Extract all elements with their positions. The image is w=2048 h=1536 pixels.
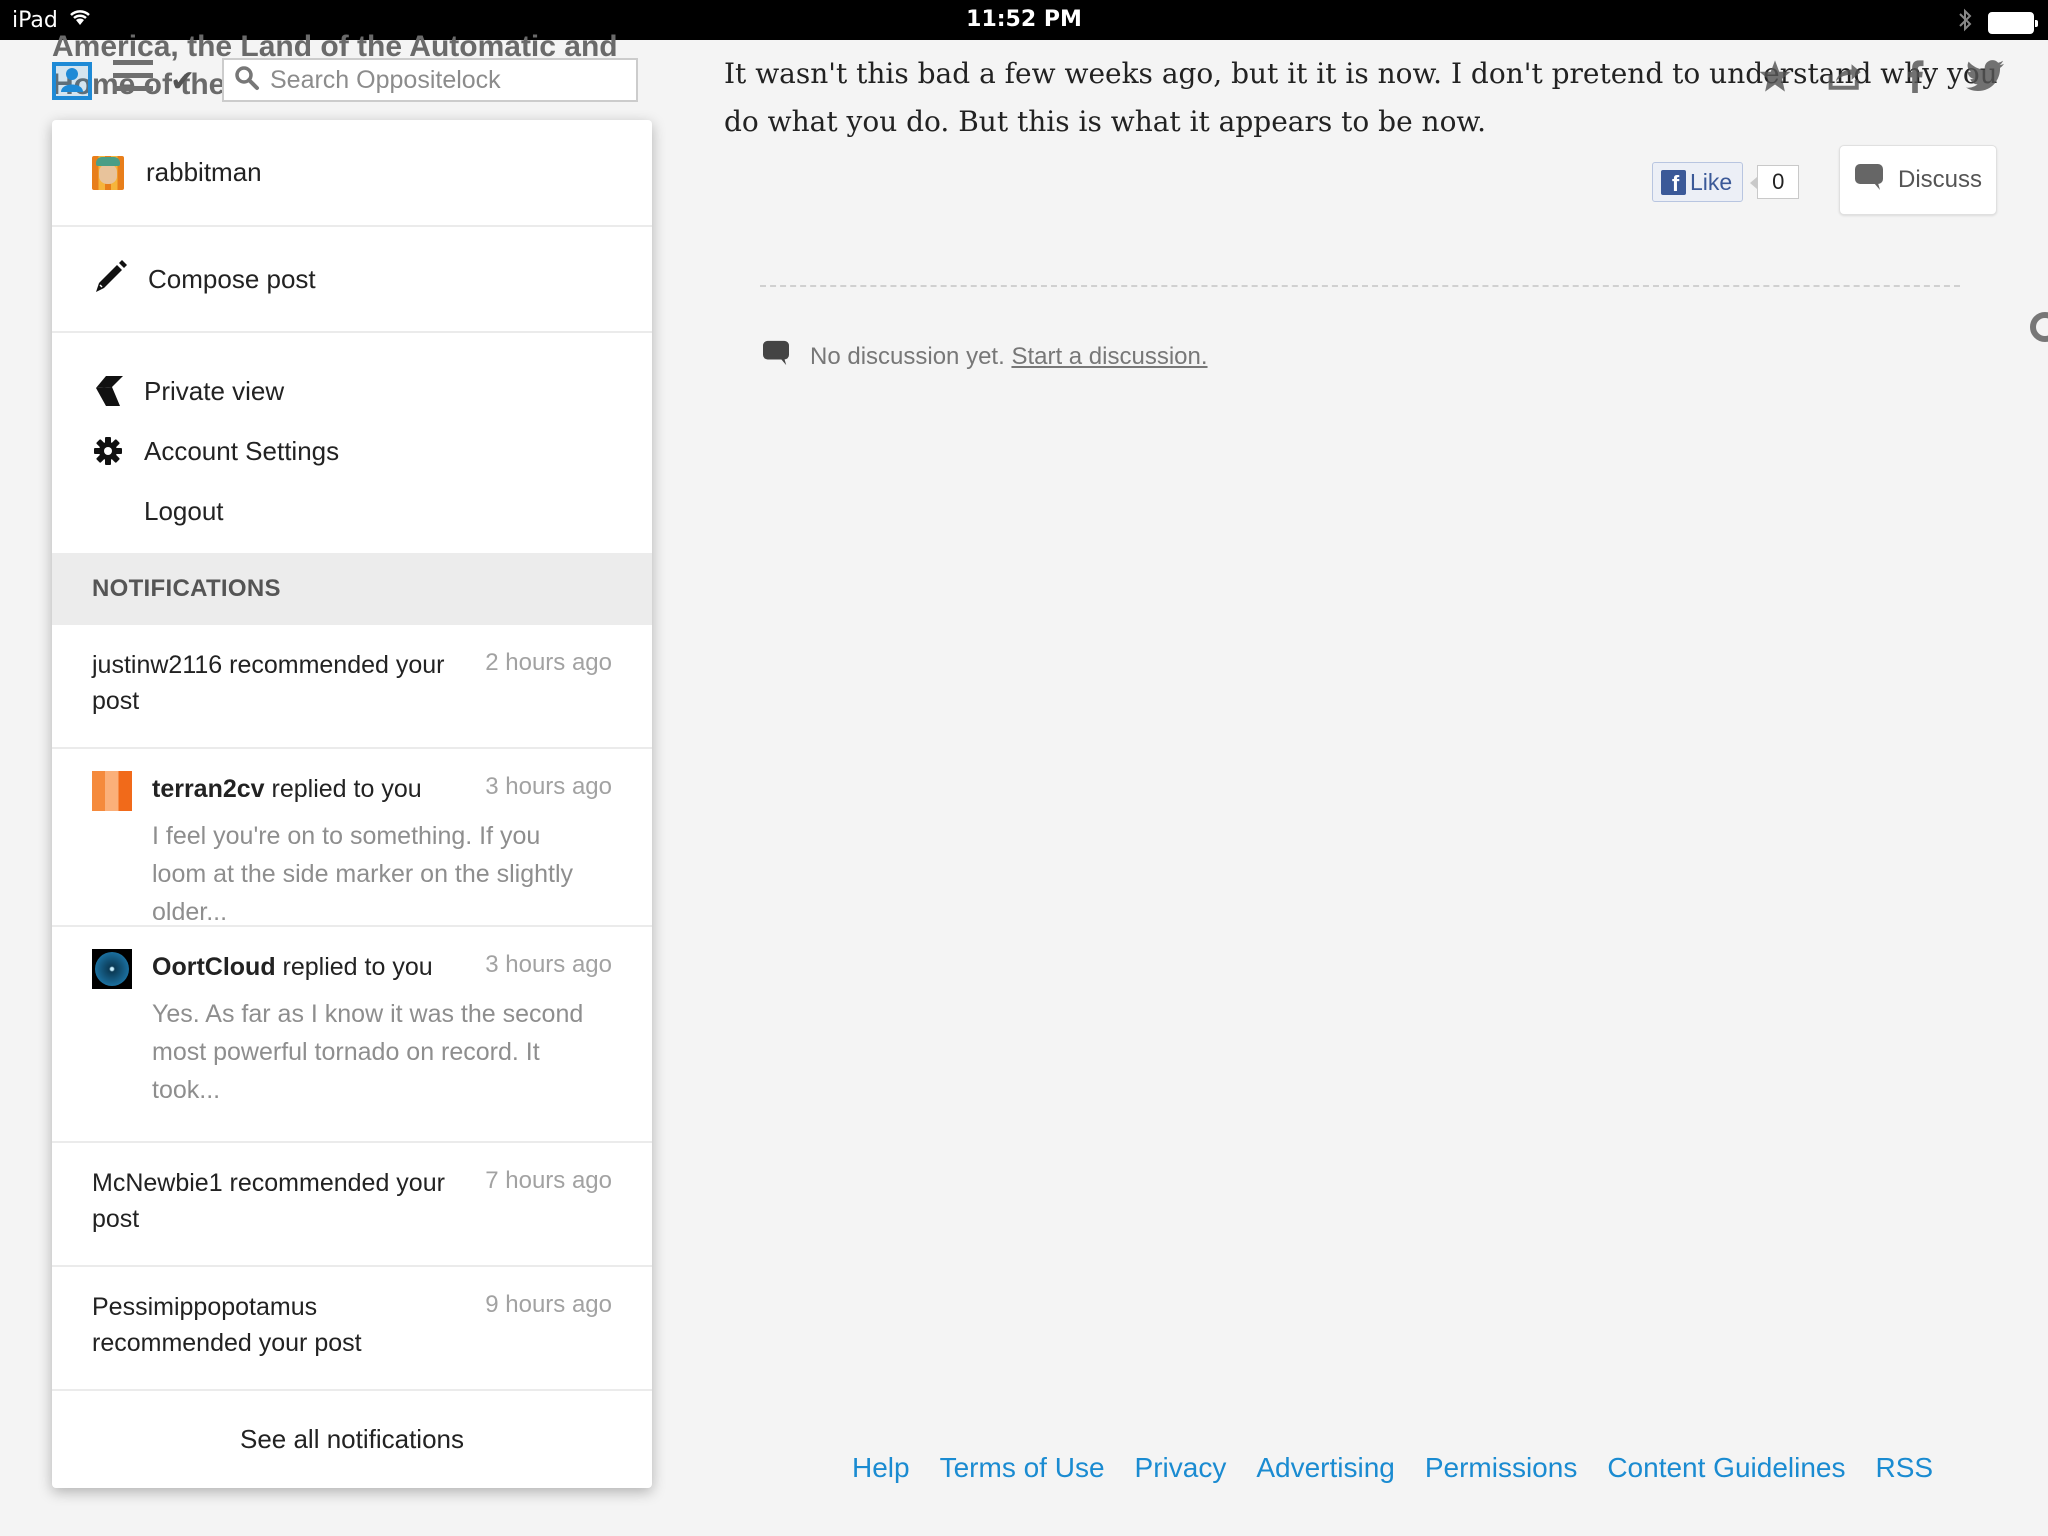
compose-post-button[interactable]: Compose post bbox=[52, 227, 652, 333]
share-icon[interactable] bbox=[1825, 56, 1865, 96]
search-field[interactable] bbox=[222, 58, 638, 102]
notification-item[interactable]: McNewbie1 recommended your post 7 hours … bbox=[52, 1143, 652, 1267]
facebook-icon[interactable] bbox=[1895, 56, 1935, 96]
notification-time: 3 hours ago bbox=[485, 951, 612, 978]
notification-user: OortCloud bbox=[152, 953, 276, 981]
notification-action: replied to you bbox=[264, 775, 422, 803]
footer-links: Help Terms of Use Privacy Advertising Pe… bbox=[852, 1452, 1933, 1484]
notification-user: terran2cv bbox=[152, 775, 265, 803]
footer-link-privacy[interactable]: Privacy bbox=[1135, 1452, 1227, 1484]
notification-time: 2 hours ago bbox=[485, 649, 612, 676]
footer-link-help[interactable]: Help bbox=[852, 1452, 910, 1484]
user-icon bbox=[59, 66, 85, 97]
see-all-notifications-button[interactable]: See all notifications bbox=[52, 1391, 652, 1488]
menu-item-private-view[interactable]: Private view bbox=[52, 361, 652, 421]
avatar bbox=[92, 949, 132, 989]
menu-item-logout[interactable]: Logout bbox=[52, 481, 652, 541]
notification-text: Pessimippopotamus recommended your post bbox=[92, 1293, 362, 1357]
speech-bubble-icon bbox=[762, 340, 790, 373]
menu-item-account-settings[interactable]: Account Settings bbox=[52, 421, 652, 481]
notification-item[interactable]: Pessimippopotamus recommended your post … bbox=[52, 1267, 652, 1391]
profile-link[interactable]: rabbitman bbox=[52, 120, 652, 227]
search-input[interactable] bbox=[270, 65, 630, 95]
notification-action: replied to you bbox=[275, 953, 433, 981]
notification-excerpt: I feel you're on to something. If you lo… bbox=[152, 822, 574, 926]
kinja-logo-icon bbox=[92, 374, 124, 408]
start-discussion-link[interactable]: Start a discussion. bbox=[1011, 343, 1207, 370]
notification-time: 9 hours ago bbox=[485, 1291, 612, 1318]
facebook-logo-icon: f bbox=[1661, 169, 1686, 195]
discuss-label: Discuss bbox=[1897, 166, 1982, 193]
battery-icon bbox=[1988, 12, 2038, 34]
bluetooth-icon bbox=[1958, 8, 1972, 38]
account-menu: Private view Account Settings Logout bbox=[52, 333, 652, 553]
discussion-empty-state: No discussion yet. Start a discussion. bbox=[762, 340, 1208, 373]
private-view-label: Private view bbox=[144, 375, 285, 406]
username: rabbitman bbox=[146, 157, 262, 187]
side-panel-handle-icon[interactable] bbox=[2030, 312, 2048, 342]
hamburger-menu-icon[interactable] bbox=[113, 60, 153, 98]
avatar bbox=[92, 771, 132, 811]
notification-item[interactable]: terran2cv replied to you 3 hours ago I f… bbox=[52, 749, 652, 927]
compose-label: Compose post bbox=[148, 263, 316, 294]
notification-item[interactable]: OortCloud replied to you 3 hours ago Yes… bbox=[52, 927, 652, 1143]
discuss-button[interactable]: Discuss bbox=[1839, 145, 1997, 215]
star-icon[interactable] bbox=[1755, 56, 1795, 96]
account-dropdown-panel: rabbitman Compose post Private view Acco… bbox=[52, 120, 652, 1488]
section-divider bbox=[760, 285, 1960, 287]
avatar bbox=[92, 155, 124, 190]
no-discussion-text: No discussion yet. bbox=[810, 342, 1005, 370]
twitter-icon[interactable] bbox=[1965, 56, 2005, 96]
notification-text: McNewbie1 recommended your post bbox=[92, 1169, 445, 1233]
notification-item[interactable]: justinw2116 recommended your post 2 hour… bbox=[52, 625, 652, 749]
footer-link-advertising[interactable]: Advertising bbox=[1256, 1452, 1395, 1484]
share-toolbar bbox=[1755, 56, 2005, 96]
gear-icon bbox=[92, 436, 124, 466]
like-count: 0 bbox=[1750, 165, 1800, 199]
notification-time: 7 hours ago bbox=[485, 1167, 612, 1194]
speech-bubble-icon bbox=[1854, 163, 1884, 198]
user-menu-button[interactable] bbox=[52, 62, 92, 100]
pencil-icon bbox=[92, 259, 128, 300]
footer-link-rss[interactable]: RSS bbox=[1875, 1452, 1933, 1484]
logout-label: Logout bbox=[144, 495, 224, 526]
footer-link-permissions[interactable]: Permissions bbox=[1425, 1452, 1577, 1484]
notifications-header: NOTIFICATIONS bbox=[52, 553, 652, 625]
facebook-like-button[interactable]: f Like bbox=[1652, 162, 1744, 202]
account-settings-label: Account Settings bbox=[144, 435, 340, 466]
facebook-like-widget: f Like 0 bbox=[1652, 162, 1800, 202]
notification-text: justinw2116 recommended your post bbox=[92, 651, 445, 715]
footer-link-terms[interactable]: Terms of Use bbox=[940, 1452, 1105, 1484]
search-icon bbox=[234, 65, 260, 96]
notification-excerpt: Yes. As far as I know it was the second … bbox=[152, 1000, 584, 1104]
like-label: Like bbox=[1690, 168, 1733, 195]
notification-time: 3 hours ago bbox=[485, 773, 612, 800]
checkmark-icon[interactable]: ✔ bbox=[170, 64, 195, 99]
footer-link-content-guidelines[interactable]: Content Guidelines bbox=[1607, 1452, 1845, 1484]
